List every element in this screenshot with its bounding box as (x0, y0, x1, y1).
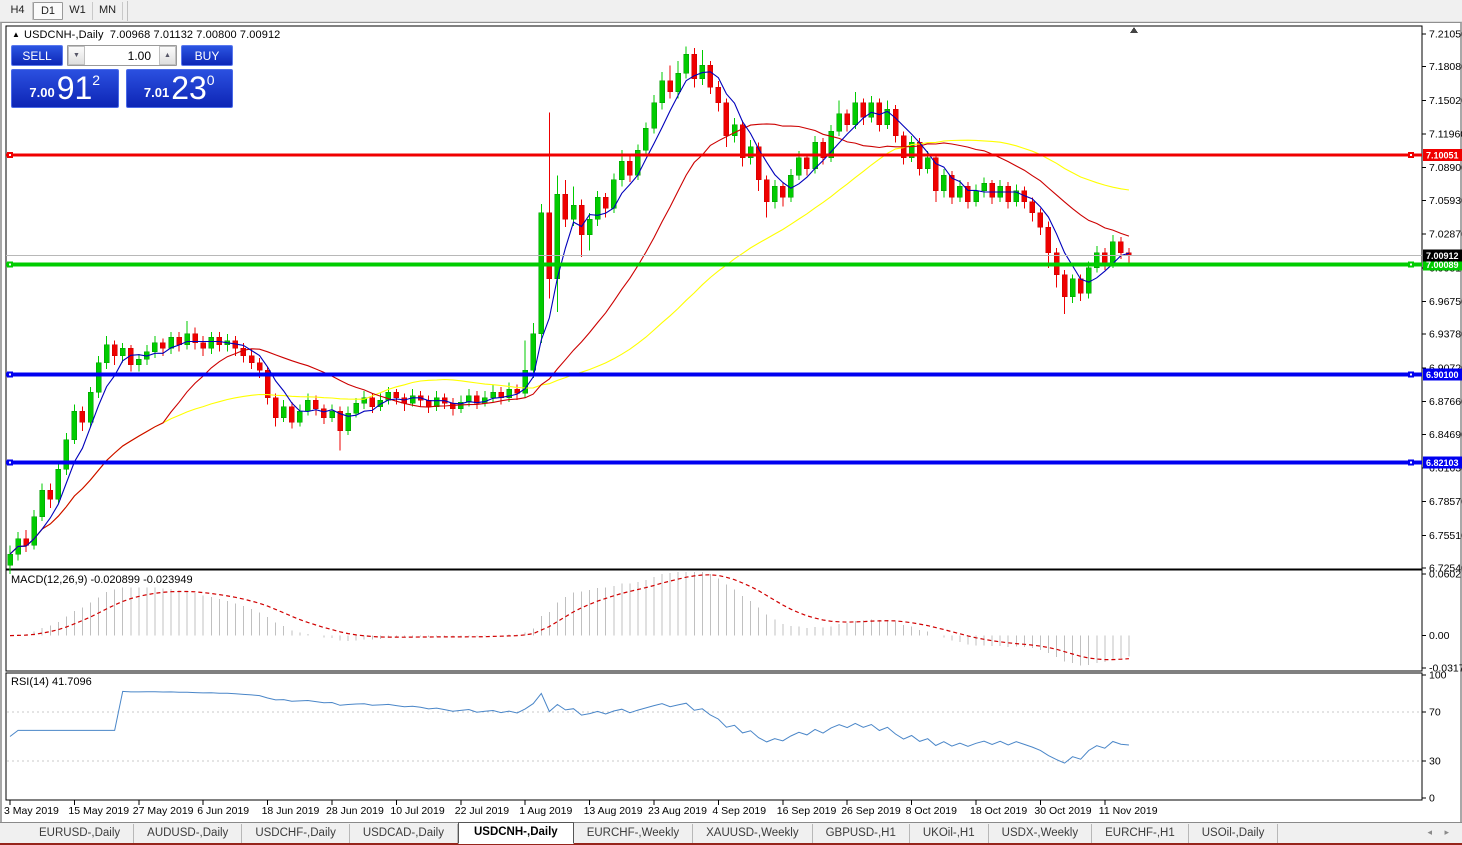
date-axis: 3 May 2019 15 May 2019 27 May 20196 Jun 20… (4, 800, 1158, 817)
svg-text:7.18080: 7.18080 (1429, 61, 1462, 73)
buy-price-point: 0 (207, 72, 215, 88)
chart-tab-eurchf[interactable]: EURCHF-,H1 (1092, 824, 1189, 843)
sell-button[interactable]: SELL (11, 45, 63, 66)
symbol-label: USDCNH-,Daily (24, 29, 104, 41)
buy-price-handle: 7.01 (144, 85, 169, 100)
svg-text:7.10051: 7.10051 (1426, 151, 1459, 161)
volume-input[interactable]: 1.00 (85, 46, 159, 65)
chart-tab-eurusd[interactable]: EURUSD-,Daily (26, 824, 134, 843)
svg-text:1 Aug 2019: 1 Aug 2019 (519, 805, 572, 817)
svg-text:6.90100: 6.90100 (1426, 370, 1459, 380)
volume-down-button[interactable]: ▼ (68, 46, 85, 65)
sell-price-point: 2 (92, 72, 100, 88)
svg-text:100: 100 (1429, 670, 1447, 682)
svg-text:8 Oct 2019: 8 Oct 2019 (906, 805, 958, 817)
svg-text:26 Sep 2019: 26 Sep 2019 (841, 805, 901, 817)
svg-text:7.00089: 7.00089 (1426, 260, 1459, 270)
toolbar-separator (127, 1, 128, 21)
svg-text:18 Jun 2019: 18 Jun 2019 (262, 805, 320, 817)
svg-text:15 May 2019: 15 May 2019 (68, 805, 129, 817)
chart-title: ▲ USDCNH-,Daily 7.00968 7.01132 7.00800 7… (12, 29, 280, 41)
svg-text:6.78570: 6.78570 (1429, 496, 1462, 508)
volume-stepper: ▼ 1.00 ▲ (67, 45, 177, 66)
svg-text:10 Jul 2019: 10 Jul 2019 (390, 805, 444, 817)
svg-text:28 Jun 2019: 28 Jun 2019 (326, 805, 384, 817)
svg-text:RSI(14) 41.7096: RSI(14) 41.7096 (11, 676, 92, 688)
svg-text:7.11960: 7.11960 (1429, 129, 1462, 141)
chart-tab-usdx[interactable]: USDX-,Weekly (989, 824, 1092, 843)
chart-tab-audusd[interactable]: AUDUSD-,Daily (134, 824, 242, 843)
svg-text:22 Jul 2019: 22 Jul 2019 (455, 805, 509, 817)
timeframe-button-d1[interactable]: D1 (33, 2, 63, 20)
svg-text:23 Aug 2019: 23 Aug 2019 (648, 805, 707, 817)
chart-tab-usoil[interactable]: USOil-,Daily (1189, 824, 1279, 843)
timeframe-button-mn[interactable]: MN (93, 2, 123, 20)
sell-price-pips: 91 (57, 72, 93, 105)
svg-text:7.02870: 7.02870 (1429, 229, 1462, 241)
svg-text:7.08900: 7.08900 (1429, 162, 1462, 174)
svg-text:6.84690: 6.84690 (1429, 429, 1462, 441)
svg-text:3 May 2019: 3 May 2019 (4, 805, 59, 817)
svg-text:6.87660: 6.87660 (1429, 396, 1462, 408)
timeframe-button-h4[interactable]: H4 (3, 2, 33, 20)
chart-tab-xauusd[interactable]: XAUUSD-,Weekly (693, 824, 812, 843)
price-chart[interactable]: 7.21050 7.18080 7.15020 7.11960 7.08900 7.059… (2, 23, 1462, 823)
chart-tab-usdchf[interactable]: USDCHF-,Daily (242, 824, 350, 843)
chart-tab-usdcad[interactable]: USDCAD-,Daily (350, 824, 458, 843)
ohlc-quotes: 7.00968 7.01132 7.00800 7.00912 (110, 29, 281, 41)
panel-frames (6, 26, 1422, 800)
svg-text:7.05930: 7.05930 (1429, 195, 1462, 207)
svg-text:7.00912: 7.00912 (1426, 251, 1459, 261)
svg-text:6 Jun 2019: 6 Jun 2019 (197, 805, 249, 817)
svg-text:30: 30 (1429, 756, 1441, 768)
chart-tab-gbpusd[interactable]: GBPUSD-,H1 (813, 824, 910, 843)
sell-price-handle: 7.00 (29, 85, 54, 100)
chart-workspace: 7.21050 7.18080 7.15020 7.11960 7.08900 7.059… (0, 22, 1462, 822)
timeframe-button-w1[interactable]: W1 (63, 2, 93, 20)
symbol-tab-bar: EURUSD-,DailyAUDUSD-,DailyUSDCHF-,DailyU… (0, 822, 1462, 845)
collapse-triangle-icon[interactable]: ▲ (12, 30, 20, 39)
sell-price-box[interactable]: 7.00 91 2 (11, 69, 119, 108)
tab-scroll-arrows[interactable]: ◂ ▸ (1427, 827, 1454, 838)
svg-text:MACD(12,26,9) -0.020899 -0.023: MACD(12,26,9) -0.020899 -0.023949 (11, 574, 193, 586)
svg-text:6.82103: 6.82103 (1426, 458, 1459, 468)
timeframe-toolbar: H4D1W1MN (0, 0, 1462, 22)
chart-tab-usdcnh[interactable]: USDCNH-,Daily (458, 822, 574, 844)
svg-text:16 Sep 2019: 16 Sep 2019 (777, 805, 837, 817)
svg-text:27 May 2019: 27 May 2019 (133, 805, 194, 817)
svg-text:70: 70 (1429, 706, 1441, 718)
price-axis: 7.21050 7.18080 7.15020 7.11960 7.08900 7.059… (1422, 29, 1462, 805)
svg-text:7.15020: 7.15020 (1429, 95, 1462, 107)
buy-price-pips: 23 (171, 72, 207, 105)
buy-price-box[interactable]: 7.01 23 0 (126, 69, 234, 108)
chart-tab-eurchf[interactable]: EURCHF-,Weekly (574, 824, 693, 843)
svg-text:18 Oct 2019: 18 Oct 2019 (970, 805, 1027, 817)
svg-text:30 Oct 2019: 30 Oct 2019 (1034, 805, 1091, 817)
svg-text:0.060273: 0.060273 (1429, 569, 1462, 581)
svg-text:13 Aug 2019: 13 Aug 2019 (584, 805, 643, 817)
chart-tab-ukoil[interactable]: UKOil-,H1 (910, 824, 989, 843)
volume-up-button[interactable]: ▲ (159, 46, 176, 65)
svg-text:7.21050: 7.21050 (1429, 29, 1462, 41)
svg-text:4 Sep 2019: 4 Sep 2019 (712, 805, 766, 817)
svg-text:11 Nov 2019: 11 Nov 2019 (1099, 805, 1158, 817)
svg-text:6.93780: 6.93780 (1429, 329, 1462, 341)
one-click-trade-panel: SELL ▼ 1.00 ▲ BUY 7.00 91 2 7.01 23 0 (11, 45, 233, 108)
buy-button[interactable]: BUY (181, 45, 233, 66)
svg-text:6.75510: 6.75510 (1429, 530, 1462, 542)
svg-text:0: 0 (1429, 793, 1435, 805)
svg-text:0.00: 0.00 (1429, 630, 1450, 642)
svg-text:6.96750: 6.96750 (1429, 296, 1462, 308)
